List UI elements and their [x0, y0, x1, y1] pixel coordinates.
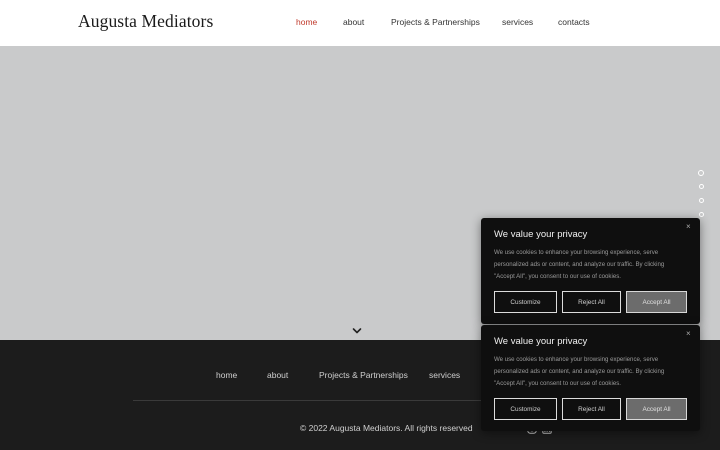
cookie-title: We value your privacy	[494, 336, 588, 347]
footer-nav-about[interactable]: about	[267, 370, 288, 380]
nav-services[interactable]: services	[502, 17, 533, 27]
cookie-description: We use cookies to enhance your browsing …	[494, 249, 665, 281]
accept-all-button[interactable]: Accept All	[626, 291, 687, 313]
slide-dot-4[interactable]	[699, 212, 704, 217]
cookie-description: We use cookies to enhance your browsing …	[494, 356, 665, 388]
nav-projects-partnerships[interactable]: Projects & Partnerships	[391, 17, 480, 27]
reject-all-button[interactable]: Reject All	[562, 398, 621, 420]
nav-about[interactable]: about	[343, 17, 364, 27]
slide-dot-1[interactable]	[698, 170, 704, 176]
reject-all-button[interactable]: Reject All	[562, 291, 621, 313]
footer-nav-projects-partnerships[interactable]: Projects & Partnerships	[319, 370, 408, 380]
accept-all-button[interactable]: Accept All	[626, 398, 687, 420]
chevron-down-icon[interactable]	[352, 327, 362, 335]
close-icon[interactable]: ×	[686, 329, 691, 338]
slide-dot-2[interactable]	[699, 184, 704, 189]
nav-home[interactable]: home	[296, 17, 317, 27]
site-logo[interactable]: Augusta Mediators	[78, 11, 213, 32]
cookie-title: We value your privacy	[494, 229, 588, 240]
slide-dot-3[interactable]	[699, 198, 704, 203]
customize-button[interactable]: Customize	[494, 398, 557, 420]
customize-button[interactable]: Customize	[494, 291, 557, 313]
cookie-consent-banner-duplicate: We value your privacy × We use cookies t…	[481, 325, 700, 431]
site-header: Augusta Mediators home about Projects & …	[0, 0, 720, 46]
nav-contacts[interactable]: contacts	[558, 17, 590, 27]
copyright-text: © 2022 Augusta Mediators. All rights res…	[300, 423, 473, 433]
cookie-consent-banner: We value your privacy × We use cookies t…	[481, 218, 700, 324]
footer-nav-home[interactable]: home	[216, 370, 237, 380]
slide-dots	[698, 170, 706, 220]
footer-nav-services[interactable]: services	[429, 370, 460, 380]
close-icon[interactable]: ×	[686, 222, 691, 231]
